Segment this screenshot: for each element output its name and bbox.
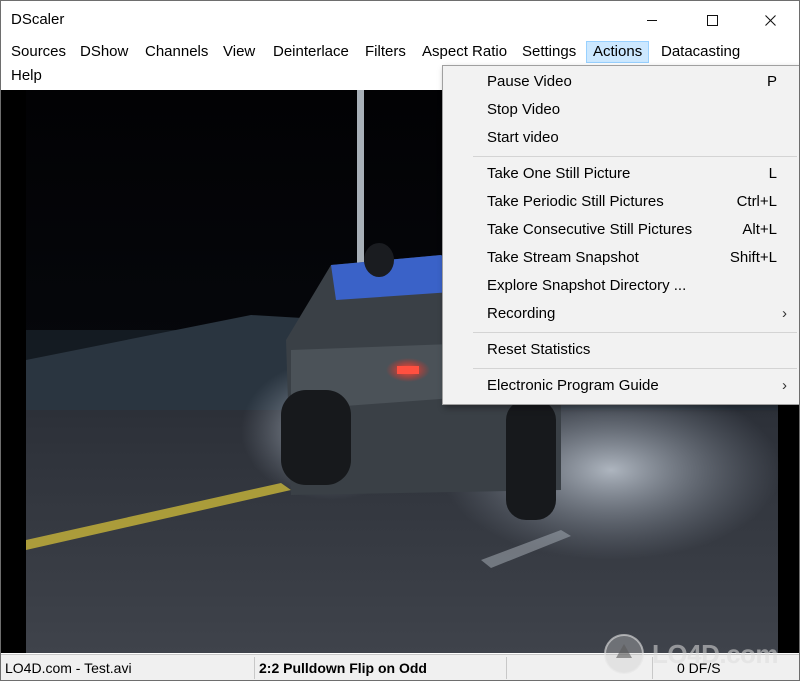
menu-item-label: Take Consecutive Still Pictures: [487, 221, 693, 238]
maximize-button[interactable]: [689, 1, 735, 40]
menu-item-label: Take Periodic Still Pictures: [487, 193, 664, 210]
menu-item-take-stream-snapshot[interactable]: Take Stream Snapshot Shift+L: [443, 245, 799, 271]
menu-item-label: Recording: [487, 305, 556, 322]
menu-item-explore-snapshot-directory[interactable]: Explore Snapshot Directory ...: [443, 273, 799, 299]
menu-item-take-periodic-still-pictures[interactable]: Take Periodic Still Pictures Ctrl+L: [443, 189, 799, 215]
menu-item-label: Start video: [487, 129, 559, 146]
close-button[interactable]: [747, 1, 793, 40]
menu-actions[interactable]: Actions: [586, 41, 650, 63]
menu-item-shortcut: Alt+L: [742, 221, 777, 238]
menu-separator: [473, 332, 797, 333]
status-divider: [254, 657, 255, 679]
menu-item-shortcut: L: [768, 165, 777, 182]
minimize-icon: [647, 20, 657, 21]
minimize-button[interactable]: [629, 1, 675, 40]
chevron-right-icon: ›: [782, 377, 787, 394]
menu-item-shortcut: P: [766, 73, 777, 90]
close-icon: [764, 15, 776, 26]
watermark-logo-icon: [604, 634, 644, 674]
menu-dshow[interactable]: DShow: [74, 41, 134, 63]
status-deinterlace-mode: 2:2 Pulldown Flip on Odd: [259, 660, 427, 676]
menu-item-stop-video[interactable]: Stop Video: [443, 97, 799, 123]
chevron-right-icon: ›: [782, 305, 787, 322]
menu-separator: [473, 368, 797, 369]
menu-item-start-video[interactable]: Start video: [443, 125, 799, 151]
title-bar: DScaler: [1, 1, 799, 40]
menu-item-recording[interactable]: Recording ›: [443, 301, 799, 327]
menu-aspect-ratio[interactable]: Aspect Ratio: [416, 41, 513, 63]
menu-item-label: Stop Video: [487, 101, 561, 118]
maximize-icon: [706, 15, 718, 26]
menu-separator: [473, 156, 797, 157]
menu-item-label: Take One Still Picture: [487, 165, 631, 182]
menu-datacasting[interactable]: Datacasting: [655, 41, 746, 63]
menu-item-label: Electronic Program Guide: [487, 377, 659, 394]
menu-item-label: Reset Statistics: [487, 341, 591, 358]
menu-item-take-one-still-picture[interactable]: Take One Still Picture L: [443, 161, 799, 187]
menu-item-label: Pause Video: [487, 73, 572, 90]
menu-item-electronic-program-guide[interactable]: Electronic Program Guide ›: [443, 373, 799, 399]
menu-item-reset-statistics[interactable]: Reset Statistics: [443, 337, 799, 363]
window-title: DScaler: [11, 11, 65, 28]
menu-deinterlace[interactable]: Deinterlace: [267, 41, 355, 63]
menu-help[interactable]: Help: [5, 65, 48, 87]
menu-view[interactable]: View: [217, 41, 261, 63]
watermark-text: LO4D.com: [652, 638, 779, 669]
app-window: DScaler Sources DShow Channels View Dein…: [0, 0, 800, 681]
watermark: LO4D.com: [602, 632, 779, 676]
menu-item-pause-video[interactable]: Pause Video P: [443, 69, 799, 95]
menu-channels[interactable]: Channels: [139, 41, 214, 63]
menu-item-label: Take Stream Snapshot: [487, 249, 639, 266]
status-source: LO4D.com - Test.avi: [5, 660, 132, 676]
menu-sources[interactable]: Sources: [5, 41, 72, 63]
menu-item-shortcut: Shift+L: [729, 249, 777, 266]
actions-dropdown: Pause Video P Stop Video Start video Tak…: [442, 65, 799, 405]
menu-item-take-consecutive-still-pictures[interactable]: Take Consecutive Still Pictures Alt+L: [443, 217, 799, 243]
menu-item-label: Explore Snapshot Directory ...: [487, 277, 687, 294]
menu-item-shortcut: Ctrl+L: [736, 193, 777, 210]
status-divider: [506, 657, 507, 679]
menu-filters[interactable]: Filters: [359, 41, 412, 63]
menu-settings[interactable]: Settings: [516, 41, 582, 63]
